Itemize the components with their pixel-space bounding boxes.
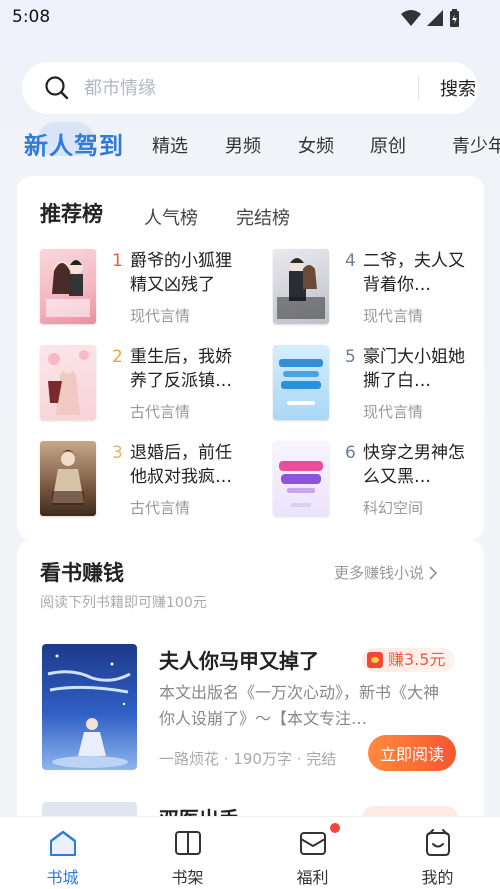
tab-featured[interactable]: 精选 <box>152 132 188 158</box>
category-tabs: 新人驾到 精选 男频 女频 原创 青少年 <box>0 126 500 162</box>
ranking-book[interactable]: 6 快穿之男神怎么又黑… 科幻空间 <box>273 441 487 521</box>
book-title: 豪门大小姐她撕了白… <box>363 347 465 391</box>
book-cover <box>273 441 329 516</box>
nav-bookstore[interactable]: 书城 <box>0 817 125 889</box>
book-cover <box>40 441 96 516</box>
tab-male[interactable]: 男频 <box>225 132 261 158</box>
read-now-button[interactable]: 立即阅读 <box>368 735 456 771</box>
nav-label: 书架 <box>171 868 204 887</box>
ancient-couple-illustration-icon <box>48 350 89 415</box>
status-icons <box>400 8 460 28</box>
battery-icon <box>450 9 459 27</box>
nav-label: 福利 <box>296 868 329 887</box>
reward-amount: 赚3.5元 <box>388 650 446 669</box>
ranking-book[interactable]: 3 退婚后，前任他叔对我疯… 古代言情 <box>40 441 254 521</box>
rank-number: 4 <box>345 251 356 271</box>
ranking-book[interactable]: 1 爵爷的小狐狸精又凶残了 现代言情 <box>40 249 254 329</box>
reward-badge: 赚3.5元 <box>362 648 456 672</box>
search-input[interactable] <box>84 75 384 101</box>
rank-number: 5 <box>345 347 356 367</box>
bookstore-icon <box>50 830 76 856</box>
book-title: 退婚后，前任他叔对我疯… <box>130 443 232 487</box>
starry-couple-illustration-icon <box>47 654 131 768</box>
featured-book-description: 本文出版名《一万次心动》，新书《大神你人设崩了》～【本文专注… <box>159 683 440 728</box>
book-genre: 现代言情 <box>363 403 424 421</box>
search-icon <box>45 76 69 100</box>
book-title: 重生后，我娇养了反派镇… <box>130 347 232 391</box>
couple-illustration-icon <box>277 258 325 319</box>
featured-book-meta: 一路烦花 · 190万字 · 完结 <box>159 750 337 768</box>
bookshelf-icon <box>175 831 201 855</box>
book-genre: 科幻空间 <box>363 499 424 517</box>
book-title: 快穿之男神怎么又黑… <box>363 443 465 487</box>
book-genre: 现代言情 <box>130 307 191 325</box>
rank-number: 1 <box>112 251 123 271</box>
bottom-nav: 书城 书架 福利 我的 <box>0 816 500 889</box>
ranking-book[interactable]: 5 豪门大小姐她撕了白… 现代言情 <box>273 345 487 425</box>
nav-label: 我的 <box>421 868 454 887</box>
rank-tab-popular[interactable]: 人气榜 <box>144 204 198 230</box>
title-cover-icon <box>279 461 323 507</box>
book-cover <box>273 345 329 420</box>
book-genre: 现代言情 <box>363 307 424 325</box>
nav-welfare[interactable]: 福利 <box>250 817 375 889</box>
couple-illustration-icon <box>46 260 90 317</box>
rank-number: 6 <box>345 443 356 463</box>
notification-dot <box>330 823 340 833</box>
earn-more-link[interactable]: 更多赚钱小说 <box>334 562 438 583</box>
book-cover <box>40 345 96 420</box>
search-divider <box>418 76 419 100</box>
earn-more-label: 更多赚钱小说 <box>334 564 425 582</box>
tab-youth[interactable]: 青少年 <box>452 132 500 158</box>
tab-original[interactable]: 原创 <box>370 132 406 158</box>
search-bar[interactable]: 搜索 <box>22 62 478 114</box>
featured-book-cover[interactable] <box>42 644 137 770</box>
rank-tab-completed[interactable]: 完结榜 <box>236 204 290 230</box>
nav-profile[interactable]: 我的 <box>375 817 500 889</box>
earn-section-title: 看书赚钱 <box>40 561 124 585</box>
status-time: 5:08 <box>12 7 51 27</box>
earn-subtitle: 阅读下列书籍即可赚100元 <box>40 595 207 611</box>
nav-bookshelf[interactable]: 书架 <box>125 817 250 889</box>
search-button[interactable]: 搜索 <box>440 75 476 101</box>
rank-number: 3 <box>112 443 123 463</box>
book-genre: 古代言情 <box>130 499 191 517</box>
book-cover <box>40 249 96 324</box>
gift-envelope-icon <box>300 832 326 855</box>
red-envelope-icon <box>367 652 383 668</box>
ranking-book[interactable]: 2 重生后，我娇养了反派镇… 古代言情 <box>40 345 254 425</box>
rank-number: 2 <box>112 347 123 367</box>
ancient-lady-illustration-icon <box>52 450 84 505</box>
ranking-book[interactable]: 4 二爷，夫人又背着你… 现代言情 <box>273 249 487 329</box>
rank-tab-recommended[interactable]: 推荐榜 <box>40 198 103 228</box>
status-bar: 5:08 <box>0 0 500 36</box>
tab-newcomer[interactable]: 新人驾到 <box>24 126 124 161</box>
ranking-tabs: 推荐榜 人气榜 完结榜 <box>40 198 460 232</box>
book-cover <box>273 249 329 324</box>
tab-female[interactable]: 女频 <box>298 132 334 158</box>
chevron-right-icon <box>429 565 438 580</box>
book-genre: 古代言情 <box>130 403 191 421</box>
book-title: 二爷，夫人又背着你… <box>363 251 465 295</box>
featured-book-title[interactable]: 夫人你马甲又掉了 <box>159 645 319 674</box>
signal-icon <box>427 10 443 26</box>
profile-icon <box>426 829 450 856</box>
wifi-icon <box>401 10 421 26</box>
title-cover-icon <box>279 359 323 405</box>
book-title: 爵爷的小狐狸精又凶残了 <box>130 251 232 295</box>
nav-label: 书城 <box>46 868 79 887</box>
